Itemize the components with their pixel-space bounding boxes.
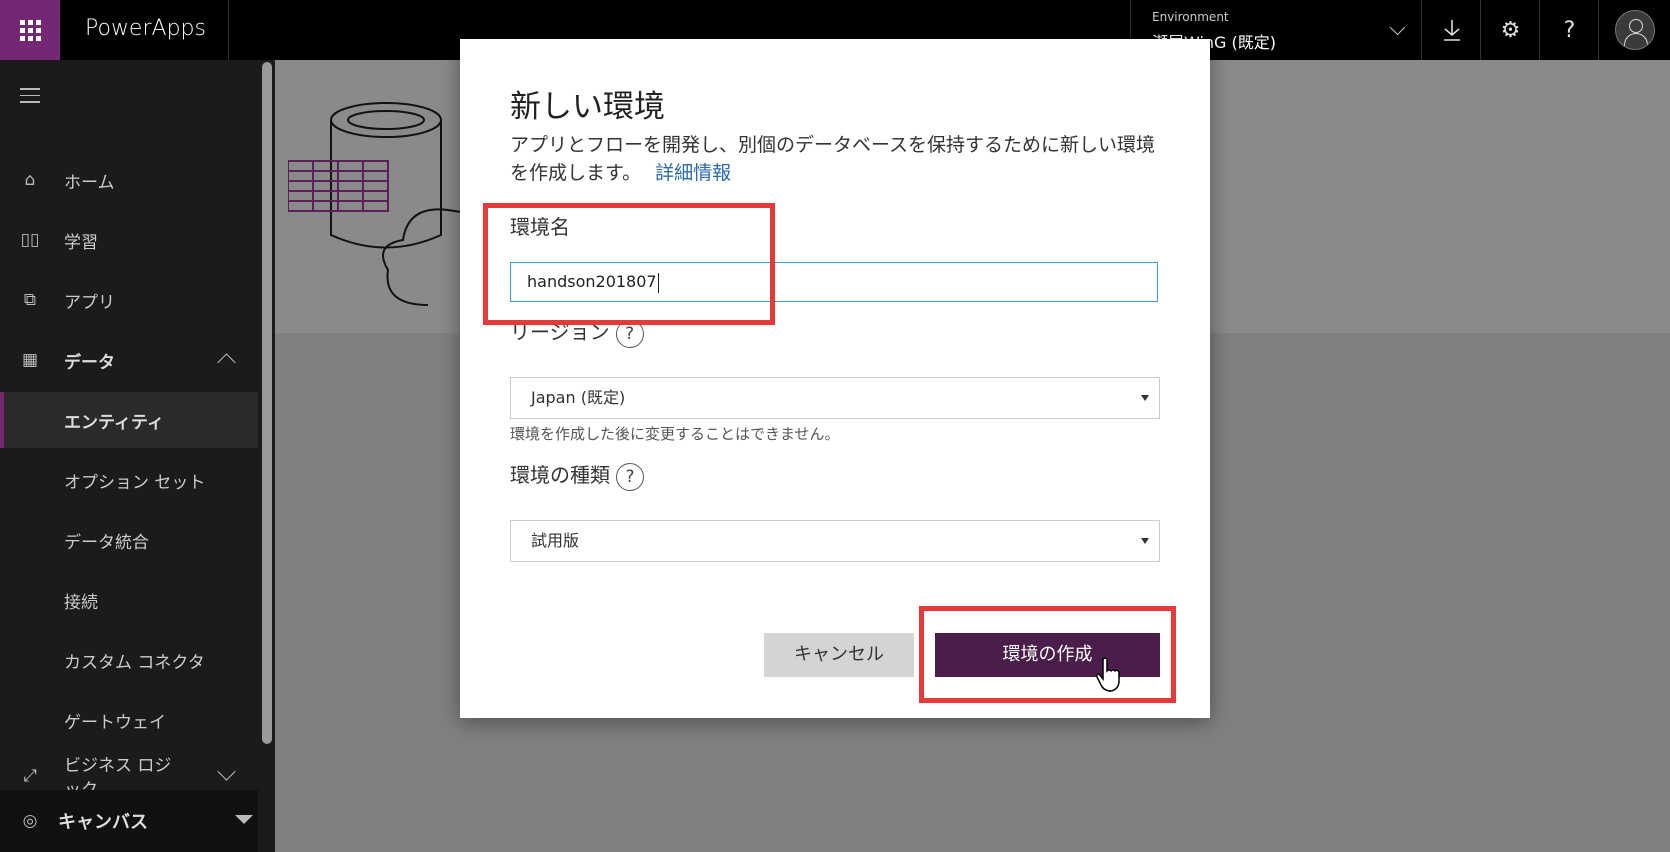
sidebar-item-custom-connectors[interactable]: カスタム コネクタ xyxy=(0,632,258,688)
download-icon xyxy=(1443,20,1460,41)
dialog-title: 新しい環境 xyxy=(510,89,665,125)
sidebar-item-label: ホーム xyxy=(64,172,115,193)
sidebar-item-label: 学習 xyxy=(64,232,98,253)
sidebar-item-label: アプリ xyxy=(64,292,115,313)
sidebar-item-label: カスタム コネクタ xyxy=(64,652,205,673)
sidebar-item-label: ゲートウェイ xyxy=(64,712,166,733)
question-icon: ? xyxy=(1563,17,1576,43)
dialog-description: アプリとフローを開発し、別個のデータベースを保持するために新しい環境を作成します… xyxy=(510,131,1160,187)
chevron-down-icon xyxy=(217,762,236,781)
region-selected-value: Japan (既定) xyxy=(531,388,626,407)
sidebar-item-entities[interactable]: エンティティ xyxy=(0,392,258,448)
environment-type-selected-value: 試用版 xyxy=(531,531,580,550)
dropdown-arrow-icon xyxy=(1141,395,1149,401)
table-icon: ▦ xyxy=(21,350,39,370)
home-icon: ⌂ xyxy=(24,170,36,190)
avatar xyxy=(1615,10,1655,50)
download-button[interactable] xyxy=(1421,0,1481,60)
sidebar-item-home[interactable]: ⌂ ホーム xyxy=(0,152,258,208)
sidebar-item-option-sets[interactable]: オプション セット xyxy=(0,452,258,508)
gear-icon: ⚙ xyxy=(1500,17,1521,43)
help-circle-icon[interactable]: ? xyxy=(616,462,644,491)
account-button[interactable] xyxy=(1598,0,1670,60)
cancel-button[interactable]: キャンセル xyxy=(764,633,914,677)
chevron-up-icon xyxy=(217,353,236,372)
sidebar-item-label: キャンバス xyxy=(58,812,148,833)
learn-more-link[interactable]: 詳細情報 xyxy=(655,162,731,184)
sidebar-item-label: エンティティ xyxy=(64,412,164,433)
environment-type-label-row: 環境の種類? xyxy=(510,459,644,491)
environment-type-select[interactable]: 試用版 xyxy=(510,520,1160,562)
environment-type-label: 環境の種類 xyxy=(510,463,610,487)
app-name: PowerApps xyxy=(85,16,206,41)
database-illustration xyxy=(288,102,468,306)
region-hint: 環境を作成した後に変更することはできません。 xyxy=(510,425,840,443)
dropdown-arrow-icon xyxy=(1141,538,1149,544)
flow-icon: ⤢ xyxy=(23,766,37,786)
chevron-down-icon xyxy=(1389,19,1406,36)
scroll-thumb[interactable] xyxy=(262,62,272,744)
description-text: アプリとフローを開発し、別個のデータベースを保持するために新しい環境を作成します… xyxy=(510,134,1156,184)
sidebar-item-data[interactable]: ▦ データ xyxy=(0,332,258,388)
book-icon: ▯▯ xyxy=(20,230,40,250)
help-button[interactable]: ? xyxy=(1539,0,1599,60)
sidebar-item-connections[interactable]: 接続 xyxy=(0,572,258,628)
sidebar-item-label: オプション セット xyxy=(64,472,206,493)
sidebar: ⌂ ホーム ▯▯ 学習 ⧉ アプリ ▦ データ エンティティ オプション セット… xyxy=(0,60,275,852)
caret-down-icon xyxy=(235,815,253,824)
sidebar-item-label: データ統合 xyxy=(64,532,149,553)
hamburger-icon[interactable] xyxy=(20,88,40,108)
region-select[interactable]: Japan (既定) xyxy=(510,377,1160,419)
app-launcher-button[interactable] xyxy=(0,0,60,60)
sidebar-item-label: データ xyxy=(64,352,115,373)
sidebar-item-gateways[interactable]: ゲートウェイ xyxy=(0,692,258,748)
highlight-box-create-button xyxy=(919,606,1176,703)
highlight-box-name-field xyxy=(483,203,775,325)
environment-label: Environment xyxy=(1152,10,1229,24)
sidebar-scrollbar[interactable] xyxy=(258,60,275,852)
sidebar-item-canvas[interactable]: ◎ キャンバス xyxy=(0,790,258,852)
hand-cursor-icon xyxy=(1096,657,1120,692)
apps-icon: ⧉ xyxy=(23,290,37,310)
waffle-icon xyxy=(19,19,41,41)
gauge-icon: ◎ xyxy=(22,811,38,831)
sidebar-item-data-integration[interactable]: データ統合 xyxy=(0,512,258,568)
settings-button[interactable]: ⚙ xyxy=(1480,0,1540,60)
sidebar-item-apps[interactable]: ⧉ アプリ xyxy=(0,272,258,328)
divider xyxy=(228,0,229,60)
sidebar-item-label: 接続 xyxy=(64,592,98,613)
sidebar-item-learn[interactable]: ▯▯ 学習 xyxy=(0,212,258,268)
